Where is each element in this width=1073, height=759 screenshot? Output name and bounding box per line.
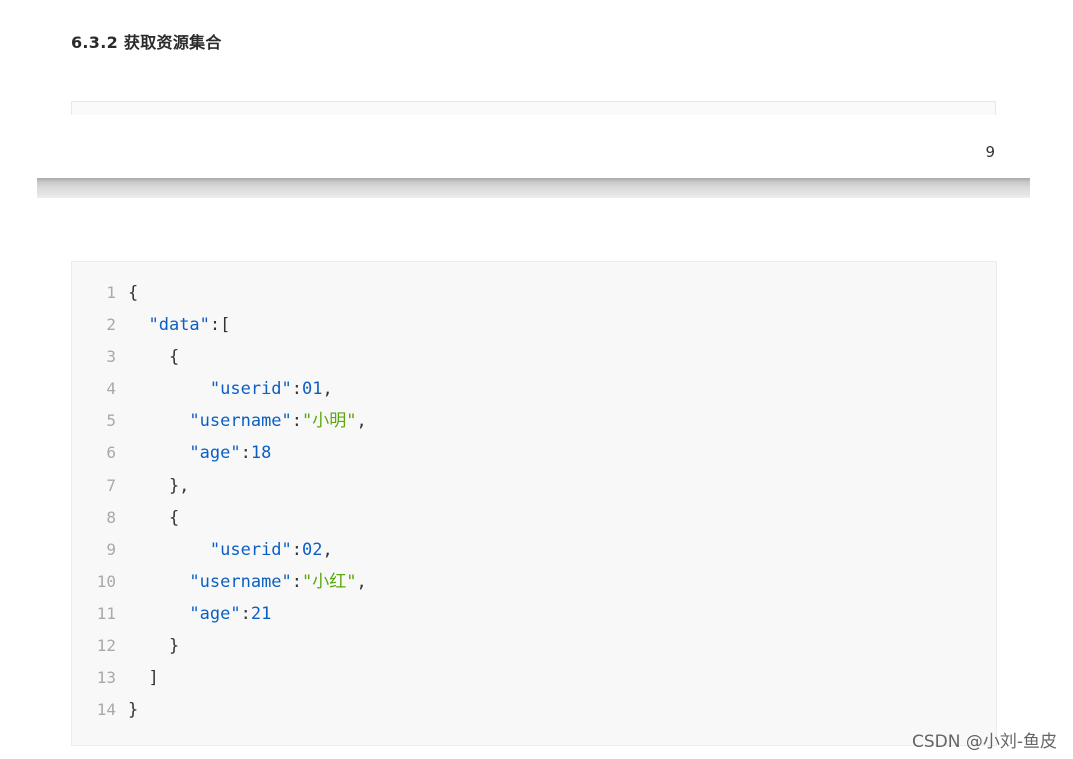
line-number: 8 <box>106 507 116 527</box>
code-punctuation: , <box>322 379 333 400</box>
code-text: } <box>128 694 138 726</box>
line-number: 10 <box>96 571 116 591</box>
code-line: 4 "userid":01, <box>72 373 996 405</box>
code-text: { <box>128 341 179 373</box>
code-punctuation: : <box>240 603 251 624</box>
code-key: "age" <box>189 443 241 464</box>
code-string: "小红" <box>302 571 357 592</box>
watermark: CSDN @小刘-鱼皮 <box>911 732 1057 752</box>
code-line: 3 { <box>72 341 996 373</box>
code-lines: 1{2 "data":[3 {4 "userid":01, 5 "username… <box>72 277 996 726</box>
code-line: 14} <box>72 694 996 726</box>
code-line: 11 "age":21 <box>72 598 996 630</box>
code-punctuation: : <box>291 571 303 592</box>
code-key: "username" <box>189 411 292 432</box>
code-punctuation: : <box>240 443 251 464</box>
code-string: "小明" <box>302 411 357 432</box>
code-line: 1{ <box>72 277 996 309</box>
line-number: 13 <box>96 668 116 688</box>
code-punctuation: : <box>291 539 303 560</box>
document-page: 6.3.2 获取资源集合 9 1{2 "data":[3 {4 "userid"… <box>0 0 1073 759</box>
line-number: 6 <box>106 443 116 463</box>
code-punctuation <box>128 604 189 624</box>
code-text: "username":"小红", <box>128 566 367 598</box>
code-punctuation: : <box>291 379 303 400</box>
code-text: "age":18 <box>128 437 271 469</box>
code-text: ] <box>128 662 159 694</box>
code-text: { <box>128 502 179 534</box>
code-line: 5 "username":"小明", <box>72 405 996 437</box>
code-punctuation: :[ <box>209 315 231 336</box>
code-punctuation: }, <box>128 475 190 496</box>
code-line: 6 "age":18 <box>72 437 996 469</box>
code-number: 01 <box>302 379 323 400</box>
code-key: "data" <box>148 315 210 336</box>
code-key: "userid" <box>209 379 292 400</box>
line-number: 1 <box>106 283 116 302</box>
code-text: "data":[ <box>128 309 230 341</box>
code-number: 21 <box>250 603 272 624</box>
code-number: 02 <box>302 539 323 560</box>
line-number: 3 <box>106 347 116 367</box>
code-line: 8 { <box>72 502 996 534</box>
code-number: 18 <box>250 443 272 464</box>
code-punctuation <box>128 315 148 335</box>
code-line: 7 }, <box>72 470 996 502</box>
code-text: } <box>128 630 179 662</box>
code-text: }, <box>128 470 189 502</box>
code-punctuation <box>128 379 210 399</box>
line-number: 12 <box>96 636 116 656</box>
line-number: 14 <box>96 700 116 720</box>
code-punctuation <box>128 443 189 463</box>
page-break-divider <box>37 178 1030 198</box>
code-line: 13 ] <box>72 662 996 694</box>
line-number: 7 <box>106 475 116 495</box>
line-number: 11 <box>96 603 116 623</box>
line-number: 4 <box>106 379 116 399</box>
code-text: { <box>128 277 138 309</box>
code-punctuation <box>128 540 210 560</box>
code-punctuation: } <box>128 636 180 657</box>
section-heading: 6.3.2 获取资源集合 <box>71 33 222 52</box>
code-key: "userid" <box>209 539 292 560</box>
line-number: 5 <box>106 411 116 431</box>
code-punctuation: , <box>322 539 333 560</box>
code-punctuation <box>128 572 189 592</box>
page-number: 9 <box>985 143 995 161</box>
code-punctuation: , <box>356 411 367 432</box>
code-line: 2 "data":[ <box>72 309 996 341</box>
code-key: "age" <box>189 603 241 624</box>
code-block[interactable]: 1{2 "data":[3 {4 "userid":01, 5 "username… <box>71 261 997 746</box>
code-text: "userid":02, <box>128 534 333 566</box>
code-text: "age":21 <box>128 598 271 630</box>
code-line: 12 } <box>72 630 996 662</box>
code-punctuation: { <box>128 507 180 528</box>
code-punctuation: ] <box>128 668 159 689</box>
line-number: 2 <box>106 315 116 335</box>
code-text: "userid":01, <box>128 373 333 405</box>
code-punctuation <box>128 411 189 431</box>
code-key: "username" <box>189 571 292 592</box>
code-punctuation: { <box>128 283 139 303</box>
line-number: 9 <box>106 539 116 559</box>
code-block-top-fragment <box>71 101 996 115</box>
code-line: 10 "username":"小红", <box>72 566 996 598</box>
code-text: "username":"小明", <box>128 405 367 437</box>
code-punctuation: { <box>128 347 180 368</box>
code-line: 9 "userid":02, <box>72 534 996 566</box>
code-punctuation: : <box>291 411 303 432</box>
code-punctuation: , <box>356 571 367 592</box>
code-punctuation: } <box>128 700 139 721</box>
